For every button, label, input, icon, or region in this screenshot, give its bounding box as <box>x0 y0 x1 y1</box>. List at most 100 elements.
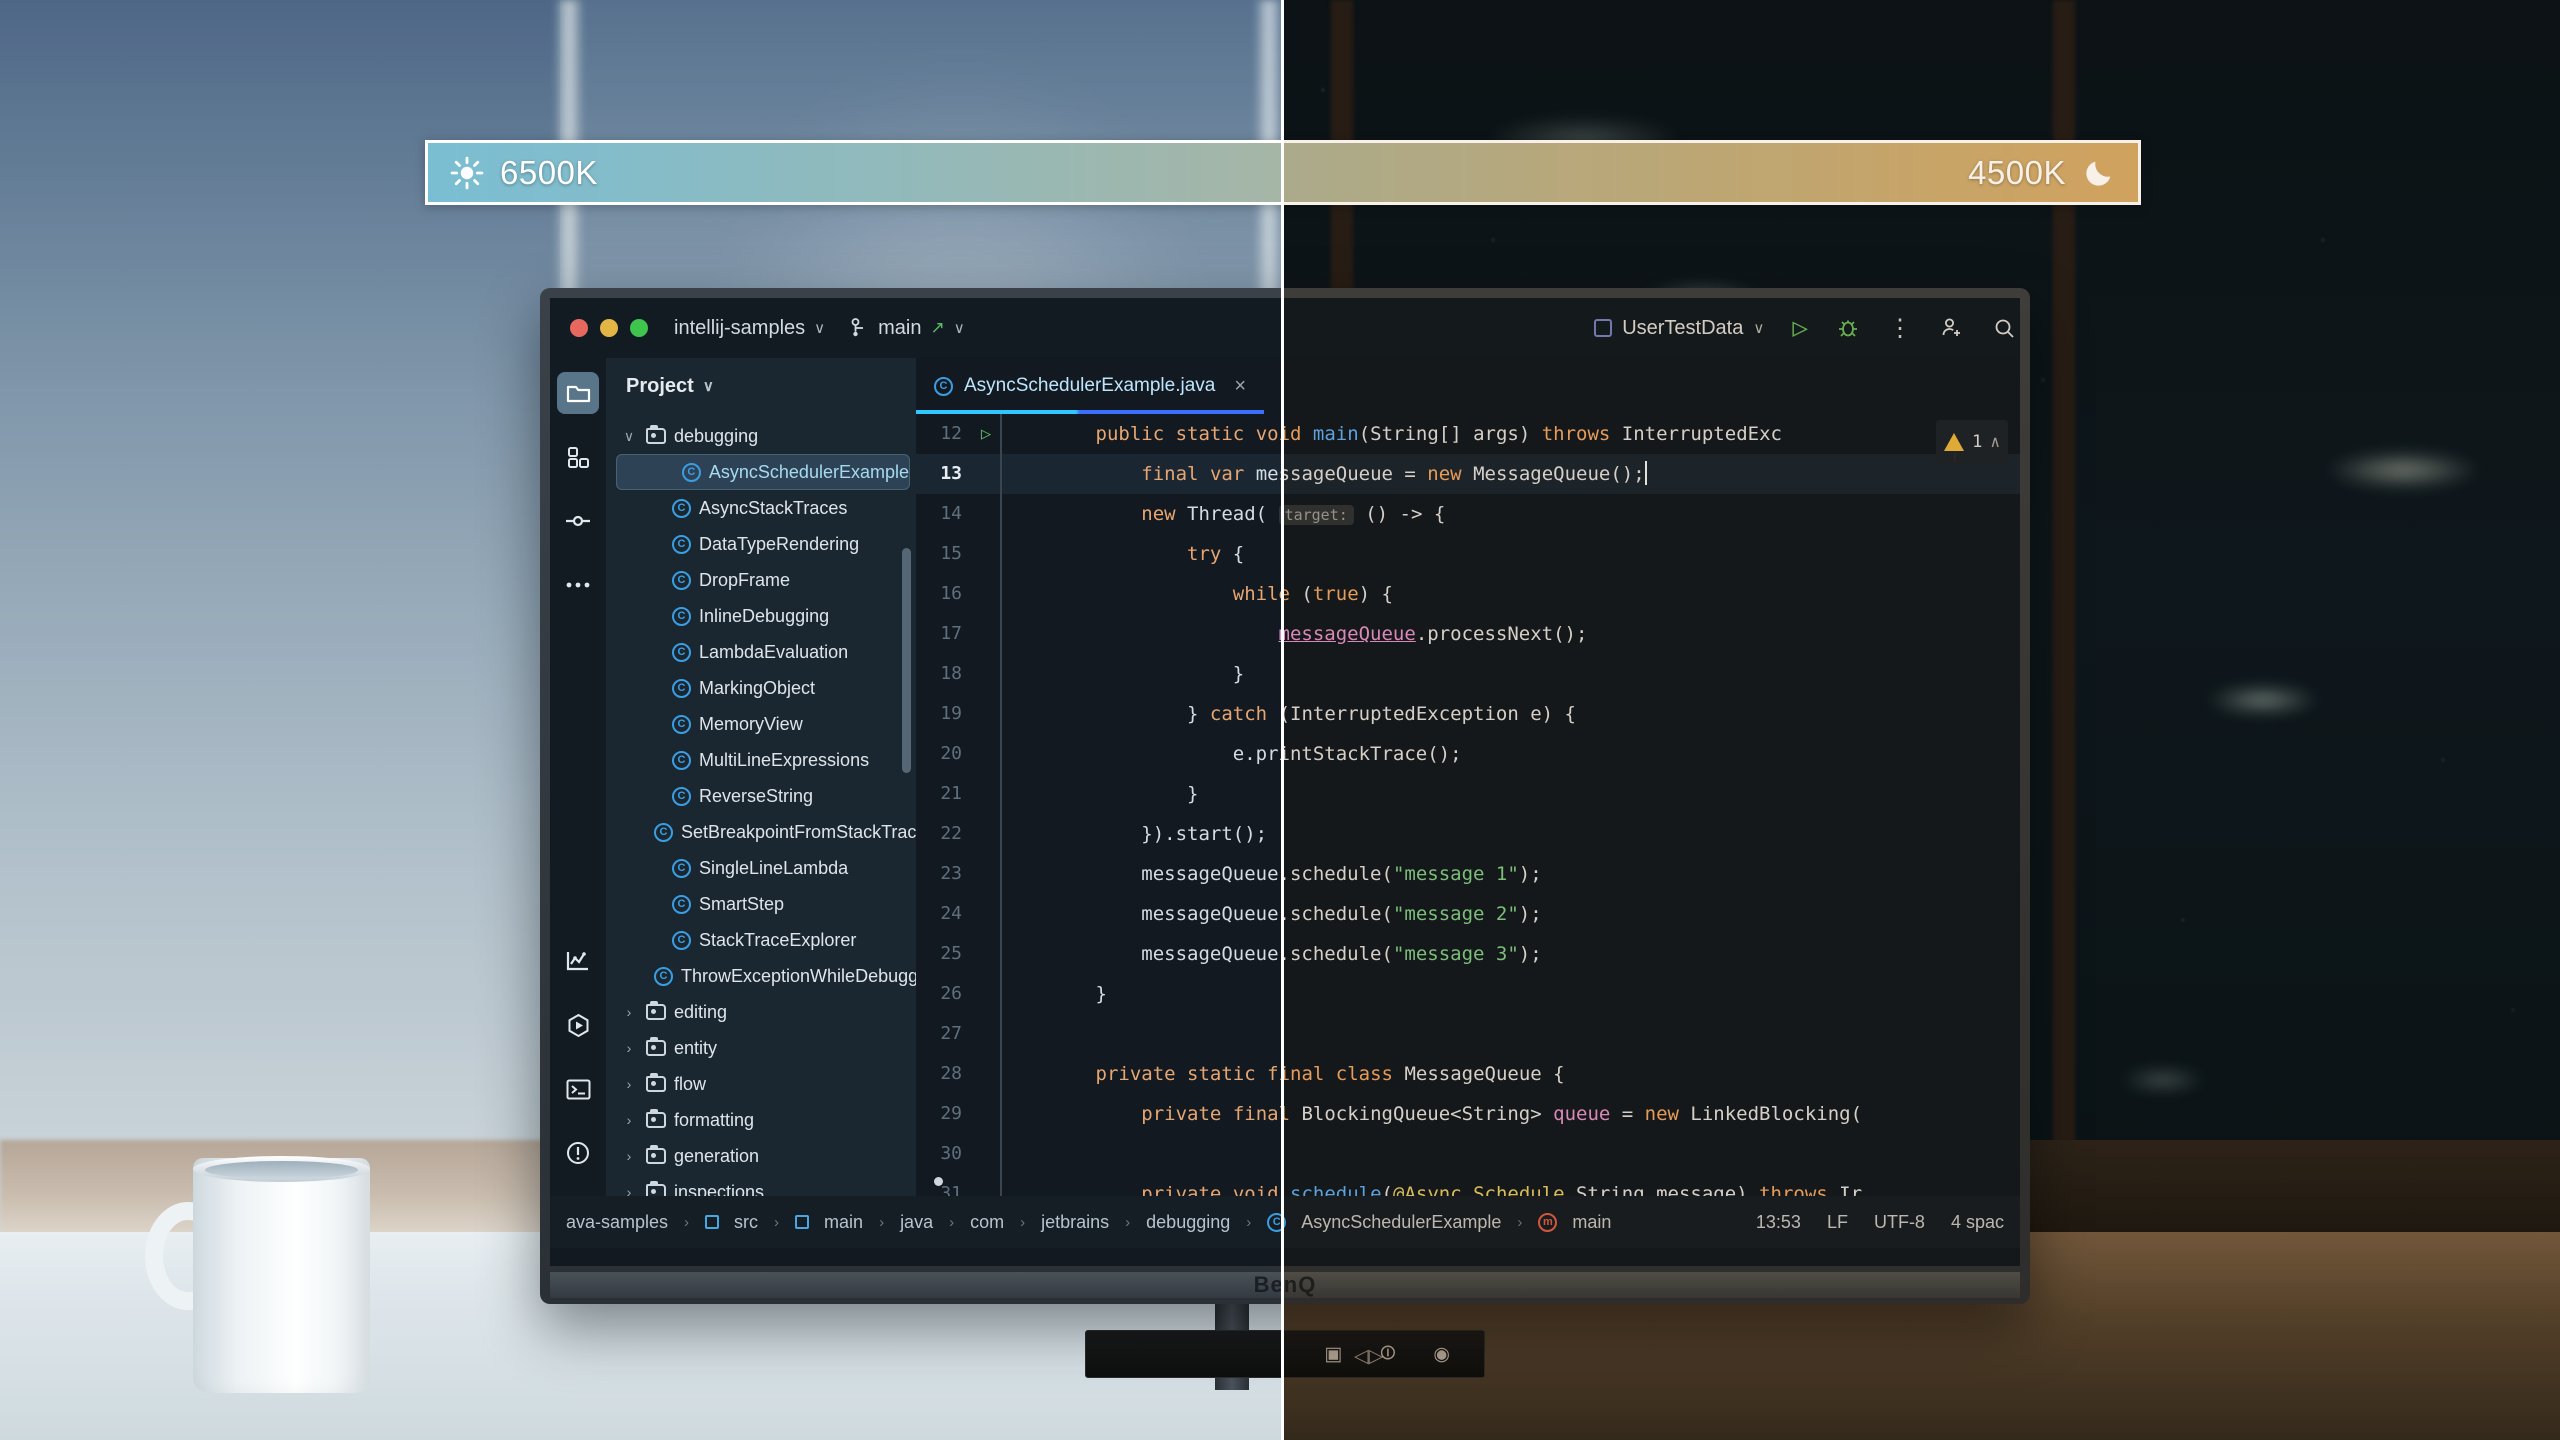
twisty-icon[interactable]: › <box>620 1040 638 1056</box>
code-line-current[interactable]: 13 final var messageQueue = new MessageQ… <box>916 454 2020 494</box>
code-line[interactable]: 15 try { <box>916 534 2020 574</box>
code-line[interactable]: 27 <box>916 1014 2020 1054</box>
monitor-control-bar[interactable]: ◁▷ ▣ ⏼ ◉ <box>1085 1330 1485 1378</box>
tree-item[interactable]: CLambdaEvaluation <box>606 634 916 670</box>
tree-item[interactable]: CStackTraceExplorer <box>606 922 916 958</box>
inspection-widget[interactable]: 1 ∧ <box>1936 420 2008 464</box>
breadcrumb[interactable]: ava-samples›src›main›java›com›jetbrains›… <box>566 1212 1611 1233</box>
chevron-up-icon[interactable]: ∧ <box>1990 422 2000 462</box>
close-icon[interactable]: × <box>1234 375 1246 398</box>
twisty-icon[interactable]: › <box>620 1184 638 1196</box>
tree-item[interactable]: ›entity <box>606 1030 916 1066</box>
tree-item[interactable]: CMarkingObject <box>606 670 916 706</box>
breadcrumb-item[interactable]: java <box>900 1212 933 1233</box>
code-line[interactable]: 25 messageQueue.schedule("message 3"); <box>916 934 2020 974</box>
code-line[interactable]: 21 } <box>916 774 2020 814</box>
twisty-icon[interactable]: › <box>620 1112 638 1128</box>
moon-icon <box>2082 156 2116 190</box>
branch-selector[interactable]: main ↗ ∨ <box>851 317 965 340</box>
tree-item[interactable]: CSetBreakpointFromStackTrace <box>606 814 916 850</box>
tree-item[interactable]: CInlineDebugging <box>606 598 916 634</box>
tree-item[interactable]: CDataTypeRendering <box>606 526 916 562</box>
code-line[interactable]: 18 } <box>916 654 2020 694</box>
code-line[interactable]: 30 <box>916 1134 2020 1174</box>
sidebar-item-project[interactable] <box>557 372 599 414</box>
breadcrumb-item[interactable]: debugging <box>1146 1212 1230 1233</box>
tree-item[interactable]: CAsyncStackTraces <box>606 490 916 526</box>
code-line[interactable]: 12▷ public static void main(String[] arg… <box>916 414 2020 454</box>
project-selector[interactable]: intellij-samples ∨ <box>674 317 825 340</box>
add-user-icon[interactable] <box>1940 316 1964 340</box>
sidebar-item-structure[interactable] <box>557 436 599 478</box>
tree-item[interactable]: CDropFrame <box>606 562 916 598</box>
sidebar-item-commit[interactable] <box>557 500 599 542</box>
sidebar-item-run[interactable] <box>557 1004 599 1046</box>
tree-item[interactable]: CThrowExceptionWhileDebugging <box>606 958 916 994</box>
line-separator[interactable]: LF <box>1827 1212 1848 1233</box>
code-line[interactable]: 31 private void schedule(@Async.Schedule… <box>916 1174 2020 1196</box>
run-button[interactable]: ▷ <box>1792 313 1808 343</box>
maximize-window-button[interactable] <box>630 319 648 337</box>
picture-icon[interactable]: ▣ <box>1324 1343 1342 1366</box>
sidebar-item-more[interactable] <box>557 564 599 606</box>
sidebar-item-terminal[interactable] <box>557 1068 599 1110</box>
twisty-icon[interactable]: › <box>620 1004 638 1020</box>
project-scrollbar[interactable] <box>902 548 911 773</box>
breadcrumb-item[interactable]: src <box>734 1212 758 1233</box>
breadcrumb-item[interactable]: jetbrains <box>1041 1212 1109 1233</box>
tree-item[interactable]: CSmartStep <box>606 886 916 922</box>
code-line[interactable]: 23 messageQueue.schedule("message 1"); <box>916 854 2020 894</box>
tree-item[interactable]: ›editing <box>606 994 916 1030</box>
breakpoint-dot[interactable] <box>934 1177 943 1186</box>
code-line[interactable]: 29 private final BlockingQueue<String> q… <box>916 1094 2020 1134</box>
file-encoding[interactable]: UTF-8 <box>1874 1212 1925 1233</box>
code-line[interactable]: 14 new Thread( target: () -> { <box>916 494 2020 534</box>
minimize-window-button[interactable] <box>600 319 618 337</box>
more-actions-button[interactable]: ⋮ <box>1888 322 1912 334</box>
gutter-run-icon[interactable]: ▷ <box>972 414 1000 454</box>
sidebar-item-problems[interactable] <box>557 1132 599 1174</box>
tree-item[interactable]: ∨debugging <box>606 418 916 454</box>
run-configuration-selector[interactable]: UserTestData ∨ <box>1594 317 1764 340</box>
search-icon[interactable] <box>1992 316 2016 340</box>
twisty-icon[interactable]: ∨ <box>620 428 638 445</box>
code-line[interactable]: 17 messageQueue.processNext(); <box>916 614 2020 654</box>
tab-asyncschedulerexample[interactable]: C AsyncSchedulerExample.java × <box>916 358 1264 414</box>
breadcrumb-item[interactable]: com <box>970 1212 1004 1233</box>
debug-icon[interactable] <box>1836 316 1860 340</box>
breadcrumb-item[interactable]: ava-samples <box>566 1212 668 1233</box>
tree-item[interactable]: CReverseString <box>606 778 916 814</box>
eye-care-icon[interactable]: ◉ <box>1433 1343 1450 1366</box>
caret-position[interactable]: 13:53 <box>1756 1212 1801 1233</box>
code-line[interactable]: 20 e.printStackTrace(); <box>916 734 2020 774</box>
code-line[interactable]: 19 } catch (InterruptedException e) { <box>916 694 2020 734</box>
twisty-icon[interactable]: › <box>620 1148 638 1164</box>
sidebar-item-profiler[interactable] <box>557 940 599 982</box>
breadcrumb-item[interactable]: main <box>1572 1212 1611 1233</box>
code-line[interactable]: 28 private static final class MessageQue… <box>916 1054 2020 1094</box>
breadcrumb-item[interactable]: main <box>824 1212 863 1233</box>
code-line[interactable]: 22 }).start(); <box>916 814 2020 854</box>
tree-item[interactable]: CMemoryView <box>606 706 916 742</box>
twisty-icon[interactable]: › <box>620 1076 638 1092</box>
navigation-diamond-icon[interactable]: ◁▷ <box>1354 1345 1383 1368</box>
tree-item[interactable]: ›generation <box>606 1138 916 1174</box>
tree-item[interactable]: ›formatting <box>606 1102 916 1138</box>
close-window-button[interactable] <box>570 319 588 337</box>
window-controls[interactable] <box>570 319 648 337</box>
project-tree[interactable]: ∨debuggingCAsyncSchedulerExampleCAsyncSt… <box>606 414 916 1196</box>
code-line[interactable]: 16 while (true) { <box>916 574 2020 614</box>
power-icon[interactable]: ⏼ <box>1380 1343 1395 1365</box>
code-line[interactable]: 24 messageQueue.schedule("message 2"); <box>916 894 2020 934</box>
tree-item[interactable]: CSingleLineLambda <box>606 850 916 886</box>
tree-item[interactable]: CMultiLineExpressions <box>606 742 916 778</box>
class-icon: C <box>672 859 691 878</box>
breadcrumb-item[interactable]: AsyncSchedulerExample <box>1301 1212 1501 1233</box>
tree-item-selected[interactable]: CAsyncSchedulerExample <box>616 454 910 490</box>
project-panel-header[interactable]: Project ∨ <box>606 358 916 414</box>
code-editor[interactable]: 1 ∧ 12▷ public static void main(String[]… <box>916 414 2020 1196</box>
indent-setting[interactable]: 4 spac <box>1951 1212 2004 1233</box>
code-line[interactable]: 26 } <box>916 974 2020 1014</box>
tree-item[interactable]: ›inspections <box>606 1174 916 1196</box>
tree-item[interactable]: ›flow <box>606 1066 916 1102</box>
